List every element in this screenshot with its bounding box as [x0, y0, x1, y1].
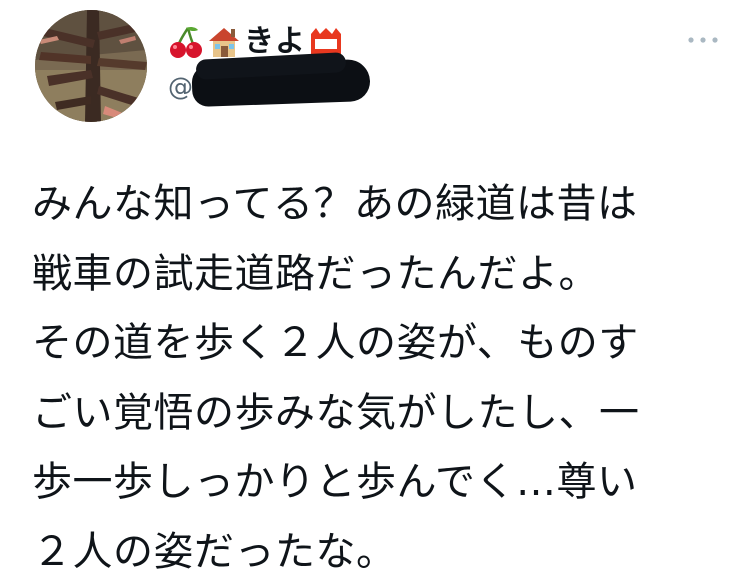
tweet: きよ @s みんな知ってる？あの緑道は昔は 戦車の試走道路だったんだよ。 その道…	[0, 0, 750, 569]
tweet-text-line: ２人の姿だったな。	[32, 518, 732, 587]
tweet-text-line: 戦車の試走道路だったんだよ。	[32, 240, 732, 310]
tweet-text: みんな知ってる？あの緑道は昔は 戦車の試走道路だったんだよ。 その道を歩く２人の…	[32, 170, 732, 587]
house-icon	[206, 24, 242, 60]
tweet-text-line: みんな知ってる？あの緑道は昔は	[32, 170, 732, 240]
cherries-icon	[168, 24, 204, 60]
tweet-text-line: ごい覚悟の歩みな気がしたし、一	[32, 379, 732, 449]
more-dots-icon[interactable]	[686, 30, 720, 50]
tweet-text-line: 歩一歩しっかりと歩んでく…尊い	[32, 448, 732, 518]
avatar[interactable]	[35, 10, 147, 122]
tweet-text-line: その道を歩く２人の姿が、ものす	[32, 309, 732, 379]
